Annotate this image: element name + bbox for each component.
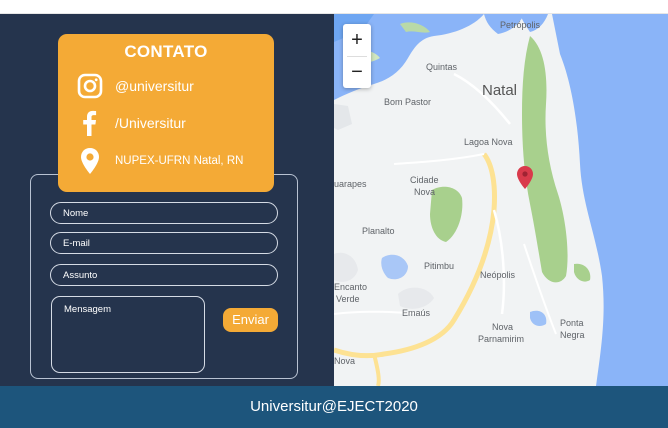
map-label-parnamirim: Parnamirim — [478, 334, 524, 344]
map-label-guarapes: uarapes — [334, 179, 367, 189]
contact-card: CONTATO @universitur /Universitur NUPEX-… — [58, 34, 274, 192]
facebook-icon — [76, 109, 104, 137]
location-text: NUPEX-UFRN Natal, RN — [115, 155, 244, 167]
map[interactable]: Petrópolis Quintas Natal Bom Pastor Lago… — [334, 14, 668, 386]
map-label-emaus: Emaús — [402, 308, 431, 318]
zoom-control: + − — [343, 24, 371, 88]
map-label-planalto: Planalto — [362, 226, 395, 236]
zoom-in-button[interactable]: + — [343, 24, 371, 56]
top-strip — [0, 0, 668, 14]
map-label-nova: Nova — [414, 187, 435, 197]
map-label-quintas: Quintas — [426, 62, 458, 72]
map-label-cidade: Cidade — [410, 175, 439, 185]
map-label-lagoa-nova: Lagoa Nova — [464, 137, 513, 147]
map-label-verde: Verde — [336, 294, 360, 304]
map-canvas: Petrópolis Quintas Natal Bom Pastor Lago… — [334, 14, 668, 386]
facebook-handle: /Universitur — [115, 115, 186, 131]
map-label-ponta: Ponta — [560, 318, 584, 328]
contact-section: CONTATO @universitur /Universitur NUPEX-… — [0, 14, 334, 386]
instagram-icon — [76, 72, 104, 100]
map-label-neopolis: Neópolis — [480, 270, 516, 280]
instagram-row[interactable]: @universitur — [76, 72, 194, 100]
zoom-divider — [347, 56, 367, 57]
contact-title: CONTATO — [124, 42, 208, 61]
map-label-negra: Negra — [560, 330, 585, 340]
map-label-bom-pastor: Bom Pastor — [384, 97, 431, 107]
instagram-handle: @universitur — [115, 78, 194, 94]
map-label-petropolis: Petrópolis — [500, 20, 541, 30]
map-label-nova-bottom: Nova — [334, 356, 355, 366]
facebook-row[interactable]: /Universitur — [76, 109, 186, 137]
zoom-out-button[interactable]: − — [343, 56, 371, 88]
location-pin-icon — [76, 147, 104, 175]
footer: Universitur@EJECT2020 — [0, 386, 668, 428]
contact-form — [30, 174, 298, 379]
map-label-encanto: Encanto — [334, 282, 367, 292]
map-label-pitimbu: Pitimbu — [424, 261, 454, 271]
location-row: NUPEX-UFRN Natal, RN — [76, 147, 243, 175]
map-label-natal: Natal — [482, 82, 517, 99]
map-label-nova-parnamirim-1: Nova — [492, 322, 513, 332]
